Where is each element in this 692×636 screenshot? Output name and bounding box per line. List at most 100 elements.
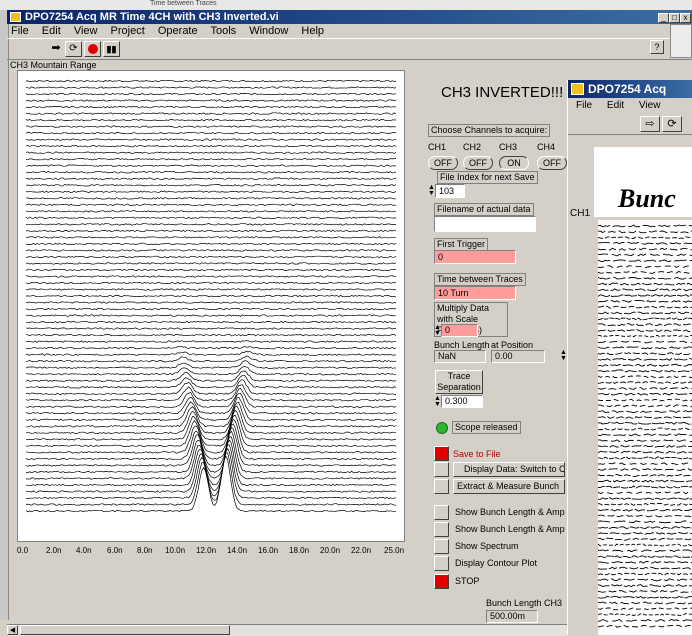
- extract-measure-label: Extract & Measure Bunch: [453, 479, 565, 494]
- menu-edit[interactable]: Edit: [42, 25, 61, 37]
- second-trace-line: [598, 502, 692, 506]
- choose-channels-label: Choose Channels to acquire:: [428, 124, 551, 137]
- second-trace-line: [598, 450, 692, 454]
- x-tick-label: 25.0n: [384, 546, 405, 555]
- bunch-length-ch3-label: Bunch Length CH3: [486, 598, 563, 608]
- second-trace-line: [598, 328, 692, 332]
- second-trace-line: [598, 468, 692, 472]
- trace-line: [25, 112, 397, 115]
- menu-tools[interactable]: Tools: [210, 25, 236, 37]
- show-bunch-length-button-1[interactable]: [434, 505, 449, 520]
- minimize-button[interactable]: _: [658, 13, 669, 23]
- second-trace-line: [598, 473, 692, 477]
- display-contour-button[interactable]: [434, 556, 449, 571]
- trace-line: [25, 387, 397, 408]
- trace-line: [25, 350, 396, 356]
- abort-icon[interactable]: [84, 41, 101, 57]
- second-trace-line: [598, 398, 692, 402]
- second-trace-line: [598, 259, 692, 263]
- extract-measure-button[interactable]: [434, 479, 449, 494]
- x-tick-label: 2.0n: [46, 546, 62, 555]
- main-title-bar: DPO7254 Acq MR Time 4CH with CH3 Inverte…: [7, 10, 692, 24]
- toolbar: ➡ ⟳ ▮▮: [7, 38, 692, 60]
- second-trace-line: [598, 294, 692, 297]
- stop-button[interactable]: [434, 574, 449, 589]
- ch4-toggle-button[interactable]: OFF: [537, 156, 567, 170]
- menu-file[interactable]: File: [11, 25, 29, 37]
- ch2-toggle-button[interactable]: OFF: [463, 156, 493, 170]
- second-trace-line: [598, 444, 692, 448]
- save-to-file-button[interactable]: [434, 446, 449, 461]
- second-trace-line: [598, 624, 692, 628]
- multiply-stepper-icon[interactable]: ▲ ▼: [434, 324, 441, 337]
- help-icon[interactable]: ?: [650, 40, 664, 54]
- second-window: DPO7254 Acq File Edit View ⇨ ⟳ CH1 Bunc: [567, 80, 692, 635]
- second-trace-line: [598, 410, 692, 414]
- ch3-toggle-button[interactable]: ON: [499, 156, 529, 170]
- second-trace-line: [598, 520, 692, 524]
- position-stepper-icon[interactable]: ▲ ▼: [560, 349, 567, 362]
- horizontal-scrollbar[interactable]: ◀: [7, 624, 567, 636]
- display-contour-label: Display Contour Plot: [455, 558, 538, 568]
- menu-view[interactable]: View: [74, 25, 98, 37]
- second-trace-line: [598, 247, 692, 251]
- run-arrow-icon[interactable]: ➡: [47, 42, 65, 55]
- trace-separation-field[interactable]: 0.300: [441, 395, 483, 408]
- bunch-length-indicator: NaN: [434, 350, 486, 363]
- second-menu-bar: File Edit View: [568, 98, 692, 114]
- trace-line: [25, 268, 396, 272]
- first-trigger-field[interactable]: 0: [434, 250, 516, 264]
- display-data-button[interactable]: [434, 462, 449, 477]
- x-tick-label: 18.0n: [289, 546, 310, 555]
- second-toolbar: ⇨ ⟳: [568, 114, 692, 135]
- trace-line: [25, 281, 397, 285]
- second-trace-line: [598, 270, 692, 274]
- second-trace-line: [598, 375, 692, 379]
- menu-operate[interactable]: Operate: [158, 25, 198, 37]
- second-trace-line: [598, 543, 692, 547]
- second-menu-file[interactable]: File: [576, 100, 592, 111]
- trace-line: [25, 418, 397, 454]
- pause-icon[interactable]: ▮▮: [103, 41, 120, 57]
- trace-line: [25, 455, 396, 513]
- second-trace-line: [598, 601, 692, 605]
- time-between-field[interactable]: 10 Turn: [434, 286, 516, 300]
- file-index-stepper-icon[interactable]: ▲ ▼: [428, 184, 435, 197]
- scope-status-led: [436, 422, 448, 434]
- second-trace-line: [598, 497, 692, 501]
- file-index-field[interactable]: 103: [435, 184, 465, 198]
- scroll-thumb[interactable]: [20, 625, 230, 635]
- panel-heading: CH3 INVERTED!!!: [441, 84, 564, 101]
- background-window-label: Time between Traces: [150, 0, 217, 7]
- second-run-continuous-icon[interactable]: ⟳: [662, 116, 682, 132]
- second-trace-line: [598, 369, 692, 373]
- multiply-field[interactable]: 0: [441, 324, 478, 337]
- trace-line: [25, 197, 397, 200]
- second-menu-view[interactable]: View: [639, 100, 661, 111]
- close-button[interactable]: x: [680, 13, 691, 23]
- trace-line: [25, 396, 397, 422]
- second-menu-edit[interactable]: Edit: [607, 100, 624, 111]
- trace-line: [25, 223, 397, 226]
- second-trace-line: [598, 427, 692, 431]
- scroll-left-arrow-icon[interactable]: ◀: [7, 625, 18, 635]
- show-bunch-length-button-2[interactable]: [434, 522, 449, 537]
- menu-help[interactable]: Help: [301, 25, 324, 37]
- maximize-button[interactable]: □: [669, 13, 680, 23]
- second-trace-line: [598, 462, 692, 466]
- labview-app-icon: [10, 12, 21, 22]
- second-trace-line: [598, 334, 692, 338]
- menu-window[interactable]: Window: [249, 25, 288, 37]
- second-run-arrow-icon[interactable]: ⇨: [640, 116, 660, 132]
- show-spectrum-button[interactable]: [434, 539, 449, 554]
- trace-line: [25, 314, 396, 317]
- filename-field[interactable]: [434, 216, 536, 232]
- second-trace-line: [598, 299, 692, 303]
- trace-line: [25, 184, 397, 187]
- channel-ch3-label: CH3: [499, 142, 518, 152]
- menu-project[interactable]: Project: [111, 25, 145, 37]
- ch1-toggle-button[interactable]: OFF: [428, 156, 458, 170]
- run-continuous-icon[interactable]: ⟳: [65, 41, 82, 57]
- trace-sep-stepper-icon[interactable]: ▲ ▼: [434, 395, 441, 408]
- window-control-buttons: _ □ x: [658, 11, 691, 23]
